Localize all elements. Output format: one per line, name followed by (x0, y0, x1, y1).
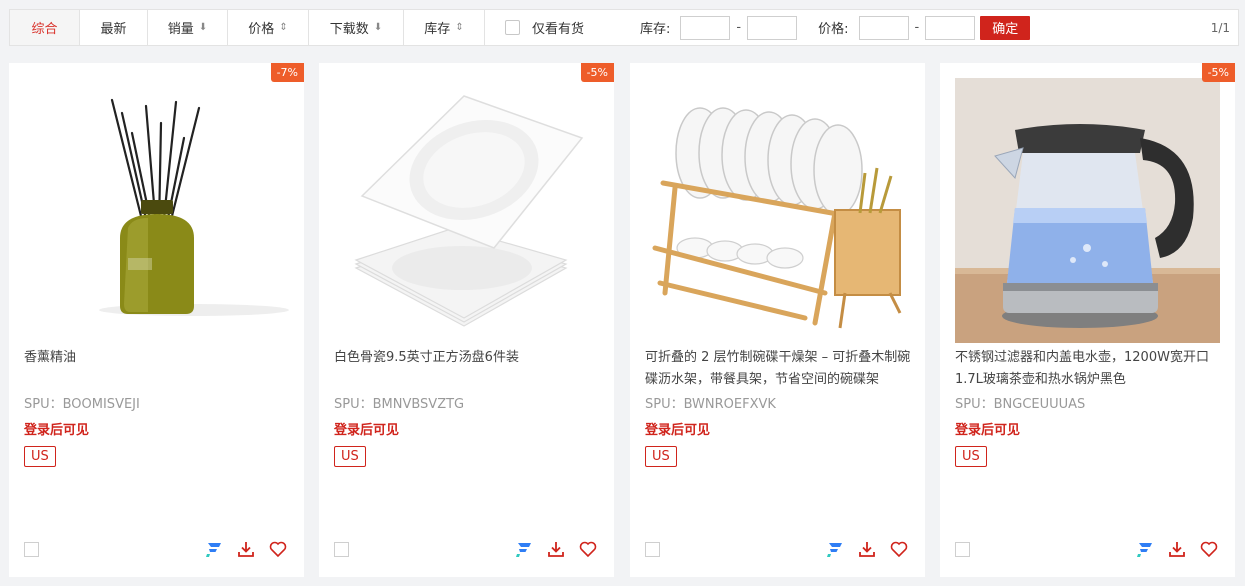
range-dash: - (736, 20, 742, 35)
product-title[interactable]: 白色骨瓷9.5英寸正方汤盘6件装 (334, 347, 604, 369)
sort-price[interactable]: 价格 ⇕ (228, 10, 309, 45)
region-tag: US (645, 446, 677, 467)
product-spu: SPU：BWNROEFXVK (645, 397, 776, 412)
product-card[interactable]: -5% 不锈钢过滤器和内盖电水壶，1200W宽开口1.7L玻璃茶壶和热水锅炉黑色… (940, 63, 1235, 577)
brand-f-icon[interactable] (204, 539, 224, 559)
stock-range-label: 库存: (640, 22, 671, 37)
download-icon[interactable] (546, 539, 566, 559)
product-card[interactable]: -7% 香薰精油 SPU：BOOMISVEJI 登录后可见 US (9, 63, 304, 577)
sort-updown-icon: ⇕ (455, 22, 464, 33)
product-card[interactable]: -5% 白色骨瓷9.5英寸正方汤盘6件装 SPU：BMNVBSVZTG 登录后可… (319, 63, 614, 577)
price-range-label: 价格: (818, 22, 849, 37)
discount-badge: -5% (580, 63, 614, 82)
region-tag: US (334, 446, 366, 467)
sort-stock[interactable]: 库存 ⇕ (404, 10, 485, 45)
arrow-down-icon: ⬇ (198, 22, 208, 33)
select-checkbox[interactable] (24, 542, 39, 557)
price-min-input[interactable] (858, 15, 909, 40)
product-spu: SPU：BMNVBSVZTG (334, 397, 465, 412)
discount-badge: -7% (270, 63, 304, 82)
login-to-view-price[interactable]: 登录后可见 (334, 419, 399, 438)
select-checkbox[interactable] (955, 542, 970, 557)
confirm-button[interactable]: 确定 (980, 15, 1031, 40)
dish-rack-image[interactable] (645, 78, 910, 343)
sort-latest[interactable]: 最新 (80, 10, 148, 45)
login-to-view-price[interactable]: 登录后可见 (955, 419, 1020, 438)
product-spu: SPU：BNGCEUUUAS (955, 397, 1086, 412)
login-to-view-price[interactable]: 登录后可见 (645, 419, 710, 438)
favorite-heart-icon[interactable] (889, 539, 909, 559)
product-card[interactable]: 可折叠的 2 层竹制碗碟干燥架 – 可折叠木制碗碟沥水架，带餐具架，节省空间的碗… (630, 63, 925, 577)
product-title[interactable]: 可折叠的 2 层竹制碗碟干燥架 – 可折叠木制碗碟沥水架，带餐具架，节省空间的碗… (645, 347, 915, 391)
favorite-heart-icon[interactable] (578, 539, 598, 559)
plates-image[interactable] (334, 78, 599, 343)
download-icon[interactable] (236, 539, 256, 559)
region-tag: US (24, 446, 56, 467)
filter-toolbar: 综合 最新 销量 ⬇ 价格 ⇕ 下载数 ⬇ 库存 ⇕ 仅看有货 库存: - 价格: - … (9, 9, 1239, 46)
favorite-heart-icon[interactable] (1199, 539, 1219, 559)
in-stock-checkbox[interactable] (505, 20, 520, 35)
region-tag: US (955, 446, 987, 467)
sort-label: 库存 (424, 22, 451, 37)
login-to-view-price[interactable]: 登录后可见 (24, 419, 89, 438)
reed-diffuser-image[interactable] (24, 78, 289, 343)
card-actions (204, 539, 288, 559)
card-actions (825, 539, 909, 559)
select-checkbox[interactable] (334, 542, 349, 557)
discount-badge: -5% (1201, 63, 1235, 82)
page-indicator: 1/1 (1210, 20, 1230, 35)
product-title[interactable]: 香薰精油 (24, 347, 294, 369)
sort-downloads[interactable]: 下载数 ⬇ (309, 10, 404, 45)
card-actions (1135, 539, 1219, 559)
sort-label: 价格 (248, 22, 275, 37)
stock-min-input[interactable] (680, 15, 731, 40)
sort-label: 下载数 (329, 22, 369, 37)
brand-f-icon[interactable] (825, 539, 845, 559)
price-max-input[interactable] (925, 15, 976, 40)
filter-fields: 仅看有货 库存: - 价格: - 确定 1/1 (485, 10, 1238, 45)
favorite-heart-icon[interactable] (268, 539, 288, 559)
card-actions (514, 539, 598, 559)
range-dash: - (914, 20, 920, 35)
sort-label: 销量 (167, 22, 194, 37)
arrow-down-icon: ⬇ (373, 22, 383, 33)
sort-label: 综合 (31, 22, 58, 37)
brand-f-icon[interactable] (514, 539, 534, 559)
download-icon[interactable] (1167, 539, 1187, 559)
sort-comprehensive[interactable]: 综合 (10, 10, 80, 45)
in-stock-label: 仅看有货 (532, 22, 585, 37)
product-spu: SPU：BOOMISVEJI (24, 397, 140, 412)
brand-f-icon[interactable] (1135, 539, 1155, 559)
kettle-image[interactable] (955, 78, 1220, 343)
stock-max-input[interactable] (747, 15, 798, 40)
product-title[interactable]: 不锈钢过滤器和内盖电水壶，1200W宽开口1.7L玻璃茶壶和热水锅炉黑色 (955, 347, 1225, 391)
select-checkbox[interactable] (645, 542, 660, 557)
download-icon[interactable] (857, 539, 877, 559)
sort-label: 最新 (100, 22, 127, 37)
sort-sales[interactable]: 销量 ⬇ (148, 10, 228, 45)
sort-updown-icon: ⇕ (279, 22, 288, 33)
